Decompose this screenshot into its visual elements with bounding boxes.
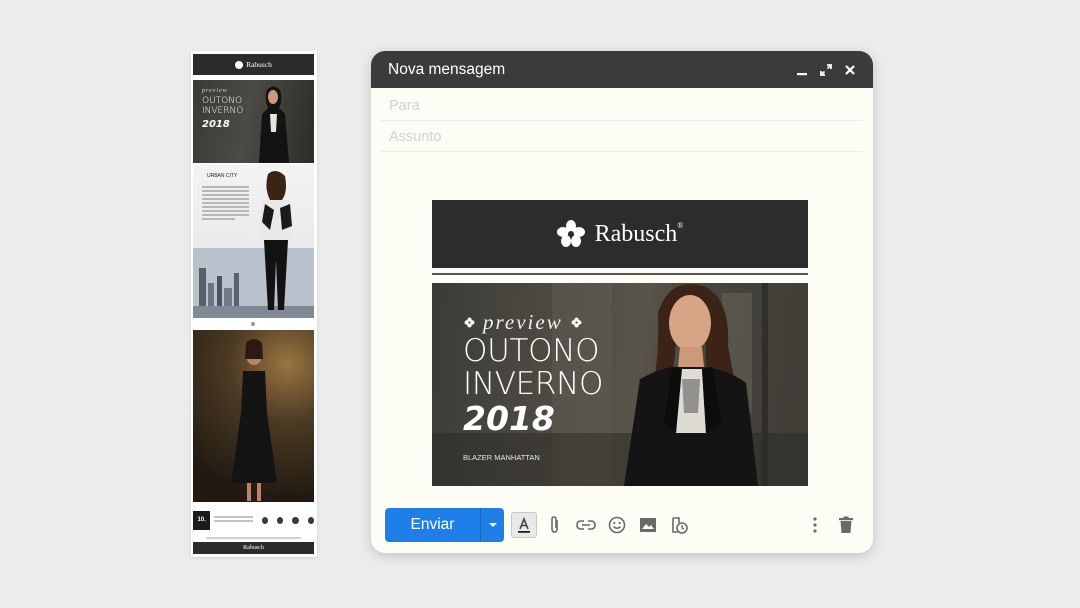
hero-headline-line2: INVERNO [463,366,604,402]
strip-divider-dot [251,322,255,326]
social-icon [261,516,268,524]
link-icon[interactable] [573,512,599,538]
model-photo [259,86,289,163]
strip-headline-year: 2018 [202,119,230,130]
compose-title: Nova mensagem [388,60,506,78]
strip-hero-banner: preview OUTONO INVERNO 2018 [193,80,314,163]
hero-preview-label: preview [464,310,582,335]
strip-brand: Rabusch [246,60,272,69]
trash-icon[interactable] [833,512,859,538]
strip-preview-label: preview [202,88,228,94]
compose-titlebar: Nova mensagem [371,51,873,88]
hero-caption: BLAZER MANHATTAN [463,453,540,462]
send-button[interactable]: Enviar [385,508,480,542]
brand-flower-icon [556,220,585,247]
social-icon [276,516,284,524]
email-divider [432,273,808,275]
small-flower-icon [464,317,475,328]
strip-footer: Rabusch [193,542,314,554]
brand-logo-icon [235,60,244,69]
strip-urban-section: URBAN CITY [193,164,314,318]
hero-headline-year: 2018 [463,399,555,438]
expand-icon[interactable] [819,63,832,76]
email-brand: Rabusch® [594,220,684,247]
more-options-icon[interactable] [802,512,828,538]
strip-urban-title: URBAN CITY [207,173,238,179]
social-icon [292,516,299,524]
send-button-group: Enviar [385,508,504,542]
strip-footnote [206,537,301,539]
strip-info-row: 10. [193,508,315,532]
social-icon [307,516,315,524]
to-field[interactable]: Para [380,91,863,121]
minimize-icon[interactable] [795,63,808,76]
hero-headline-line1: OUTONO [463,333,600,369]
email-hero-banner: preview OUTONO INVERNO 2018 BLAZER MANHA… [432,283,808,486]
strip-urban-text [202,186,249,222]
format-text-icon[interactable] [511,512,537,538]
window-controls [795,63,856,76]
compose-toolbar: Enviar [385,508,859,542]
strip-info-text [214,516,253,524]
image-icon[interactable] [635,512,661,538]
strip-headline-1: OUTONO [202,96,243,106]
emoji-icon[interactable] [604,512,630,538]
small-flower-icon [571,317,582,328]
strip-footer-brand: Rabusch [243,545,264,551]
strip-evening-section [193,330,314,502]
confidential-mode-icon[interactable] [666,512,692,538]
to-placeholder: Para [389,98,420,114]
subject-field[interactable]: Assunto [380,122,863,152]
anniversary-badge: 10. [193,510,211,530]
subject-placeholder: Assunto [389,129,442,145]
compose-window: Nova mensagem Para Assunto Rabusch® prev… [371,51,873,553]
schedule-send-dropdown[interactable] [481,508,504,542]
chevron-down-icon [488,523,497,527]
model-photo [231,339,277,501]
strip-header: Rabusch [193,54,314,75]
email-body[interactable]: Rabusch® preview OUTONO INVERNO 2018 BLA… [432,200,808,486]
close-icon[interactable] [843,63,856,76]
model-photo [258,170,294,310]
newsletter-preview-strip: Rabusch preview OUTONO INVERNO 2018 URBA… [191,51,317,557]
strip-headline-2: INVERNO [202,106,244,116]
model-photo [624,284,758,486]
attach-icon[interactable] [542,512,568,538]
email-header: Rabusch® [432,200,808,268]
